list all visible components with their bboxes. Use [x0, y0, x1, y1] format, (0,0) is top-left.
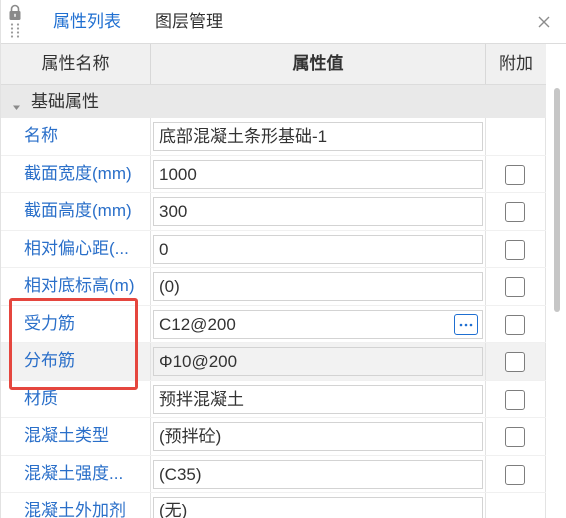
attach-checkbox[interactable] — [505, 314, 525, 335]
property-name: 混凝土类型 — [1, 418, 151, 455]
property-name: 分布筋 — [1, 343, 151, 380]
attach-cell — [486, 455, 546, 492]
property-value-input[interactable]: 底部混凝土条形基础-1 — [153, 122, 483, 151]
property-value-cell: 1000 — [151, 155, 486, 192]
scrollbar-thumb[interactable] — [554, 88, 560, 312]
attach-cell — [486, 418, 546, 455]
property-row[interactable]: 截面宽度(mm) 1000 — [1, 155, 546, 193]
attach-cell — [486, 155, 546, 192]
attach-cell — [486, 305, 546, 342]
attach-cell — [486, 230, 546, 267]
property-value-text: (0) — [159, 277, 180, 296]
property-value-input[interactable]: (0) — [153, 272, 483, 301]
property-value-text: Φ10@200 — [159, 352, 238, 371]
property-value-cell: 300 — [151, 193, 486, 230]
property-value-text: C12@200 — [159, 314, 236, 334]
drag-handle-icon[interactable] — [10, 23, 20, 38]
property-rows: 名称 底部混凝土条形基础-1 截面宽度(mm) 1000 截面高度(mm) 300 相对偏心… — [1, 118, 546, 518]
property-value-cell: (无) — [151, 493, 486, 518]
property-value-text: 底部混凝土条形基础-1 — [159, 127, 328, 146]
column-header-name: 属性名称 — [1, 44, 151, 84]
property-row[interactable]: 相对偏心距(... 0 — [1, 230, 546, 268]
property-value-input[interactable]: 1000 — [153, 159, 483, 189]
property-value-input[interactable]: C12@200 — [153, 309, 483, 339]
property-value-cell: C12@200 — [151, 305, 486, 342]
attach-checkbox[interactable] — [505, 427, 525, 447]
property-value-input[interactable]: 预拌混凝土 — [153, 384, 483, 414]
attach-checkbox[interactable] — [505, 239, 525, 260]
property-name: 相对底标高(m) — [1, 268, 151, 305]
property-row[interactable]: 名称 底部混凝土条形基础-1 — [1, 118, 546, 156]
property-row[interactable]: 截面高度(mm) 300 — [1, 193, 546, 231]
property-name: 截面高度(mm) — [1, 193, 151, 230]
property-value-input[interactable]: 0 — [153, 234, 483, 264]
attach-checkbox[interactable] — [505, 389, 525, 410]
property-row[interactable]: 混凝土强度... (C35) — [1, 455, 546, 493]
property-value-text: 0 — [159, 239, 169, 259]
attach-cell — [486, 343, 546, 380]
ellipsis-icon[interactable] — [454, 313, 478, 335]
attach-cell — [486, 380, 546, 417]
property-row[interactable]: 混凝土外加剂 (无) — [1, 493, 546, 518]
group-row-basic[interactable]: 基础属性 — [1, 85, 546, 118]
attach-cell — [486, 193, 546, 230]
tab-layer-manager[interactable]: 图层管理 — [141, 0, 237, 43]
property-value-cell: (C35) — [151, 455, 486, 492]
attach-cell — [486, 493, 546, 518]
property-name: 名称 — [1, 118, 151, 155]
property-name: 混凝土强度... — [1, 455, 151, 492]
property-value-cell: (预拌砼) — [151, 418, 486, 455]
property-value-text: 300 — [159, 202, 188, 221]
property-row[interactable]: 相对底标高(m) (0) — [1, 268, 546, 306]
property-value-text: 1000 — [159, 164, 197, 184]
close-icon[interactable] — [537, 14, 551, 28]
attach-checkbox[interactable] — [505, 164, 525, 185]
property-value-input[interactable]: 300 — [153, 197, 483, 226]
property-value-text: (C35) — [159, 464, 202, 484]
property-value-cell: 预拌混凝土 — [151, 380, 486, 417]
property-name: 混凝土外加剂 — [1, 493, 151, 518]
attach-checkbox[interactable] — [505, 202, 525, 222]
property-value-cell: Φ10@200 — [151, 343, 486, 380]
property-name: 材质 — [1, 380, 151, 417]
caret-down-icon[interactable] — [12, 97, 21, 110]
attach-checkbox[interactable] — [505, 277, 525, 297]
column-header-value: 属性值 — [151, 44, 486, 84]
property-value-input[interactable]: (预拌砼) — [153, 422, 483, 451]
property-value-cell: (0) — [151, 268, 486, 305]
property-row[interactable]: 分布筋 Φ10@200 — [1, 343, 546, 381]
property-name: 截面宽度(mm) — [1, 155, 151, 192]
property-panel: 属性列表 图层管理 属性名称 属性值 附加 基础属性 名称 底部混凝土条形基础-1… — [0, 0, 566, 518]
property-value-cell: 底部混凝土条形基础-1 — [151, 118, 486, 155]
property-row[interactable]: 受力筋 C12@200 — [1, 305, 546, 343]
property-value-cell: 0 — [151, 230, 486, 267]
property-value-input[interactable]: (无) — [153, 497, 483, 518]
tab-bar: 属性列表 图层管理 — [1, 0, 566, 44]
property-name: 受力筋 — [1, 305, 151, 342]
property-row[interactable]: 混凝土类型 (预拌砼) — [1, 418, 546, 456]
group-label: 基础属性 — [31, 92, 99, 111]
attach-checkbox[interactable] — [505, 464, 525, 485]
property-value-input[interactable]: (C35) — [153, 459, 483, 489]
attach-cell — [486, 118, 546, 155]
property-value-text: (无) — [159, 501, 188, 518]
property-name: 相对偏心距(... — [1, 230, 151, 267]
tab-property-list[interactable]: 属性列表 — [39, 0, 135, 43]
property-value-text: (预拌砼) — [159, 427, 222, 446]
attach-cell — [486, 268, 546, 305]
property-value-text: 预拌混凝土 — [159, 389, 244, 409]
property-row[interactable]: 材质 预拌混凝土 — [1, 380, 546, 418]
attach-checkbox[interactable] — [505, 352, 525, 372]
lock-icon[interactable] — [8, 4, 22, 21]
table-header: 属性名称 属性值 附加 — [1, 44, 546, 85]
property-value-input[interactable]: Φ10@200 — [153, 347, 483, 376]
column-header-extra: 附加 — [499, 54, 533, 73]
